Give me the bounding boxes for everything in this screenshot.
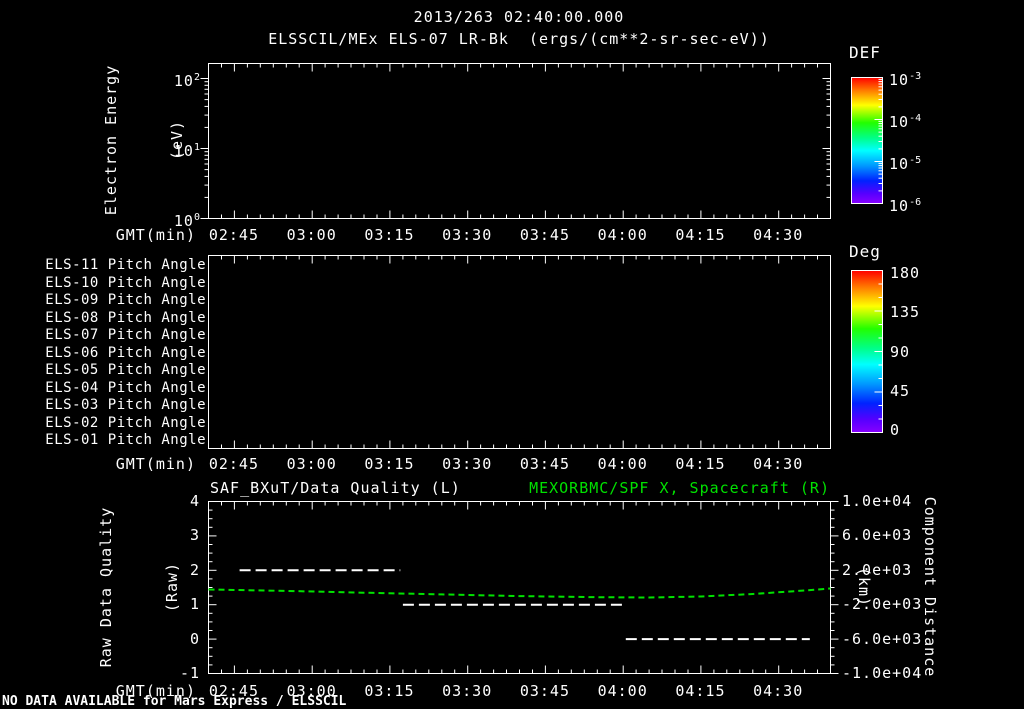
time-tick-label: 04:30 [753,682,804,700]
deg-colorbar-tick: 45 [890,382,911,400]
time-tick-label: 04:30 [753,226,804,244]
ytick-exp: 1 [193,142,200,153]
time-tick-label: 04:15 [675,226,726,244]
deg-colorbar-tick: 135 [890,303,921,321]
pitch-angle-row-labels: ELS-11 Pitch Angle ELS-10 Pitch Angle ELS-… [40,257,206,457]
panel3-left-y-axis-label: Raw Data Quality (Raw) [51,467,181,707]
pitch-angle-row-label: ELS-03 Pitch Angle [45,397,206,413]
p3-left-ytick: 4 [189,492,200,510]
time-tick-label: 03:30 [442,682,493,700]
pitch-angle-row-label: ELS-11 Pitch Angle [45,257,206,273]
def-colorbar-title: DEF [849,43,881,62]
cbtick-exp: -6 [909,197,922,208]
time-tick-label: 04:00 [597,455,648,473]
time-tick-label: 03:30 [442,455,493,473]
time-tick-label: 03:30 [442,226,493,244]
plot-canvas: 2013/263 02:40:00.000 ELSSCIL/MEx ELS-07… [0,0,1024,709]
panel3-right-y-axis-label-line1: Component Distance [921,496,939,678]
pitch-angle-row-label: ELS-01 Pitch Angle [45,432,206,448]
panel1-y-axis-label-line1: Electron Energy [102,64,120,216]
time-tick-label: 03:45 [519,455,570,473]
p3-left-ytick: 0 [189,630,200,648]
p3-left-ytick: 2 [189,561,200,579]
plot-title: ELSSCIL/MEx ELS-07 LR-Bk (ergs/(cm**2-sr… [268,30,770,48]
time-tick-label: 04:00 [597,682,648,700]
panel3-right-y-axis-label: Component Distance (km) [855,467,985,707]
pitch-angle-row-label: ELS-06 Pitch Angle [45,344,206,361]
pitch-angle-row-label: ELS-09 Pitch Angle [45,292,206,308]
time-tick-label: 04:15 [675,682,726,700]
ytick-exp: 0 [193,212,200,223]
time-tick-label: 04:30 [753,455,804,473]
time-tick-label: 03:45 [519,682,570,700]
timestamp-title: 2013/263 02:40:00.000 [413,8,625,26]
panel3-left-y-axis-label-line1: Raw Data Quality [97,506,115,668]
panel1-ytick: 101 [144,139,200,160]
def-colorbar-tick: 10-3 [889,68,921,89]
ytick-base: 10 [173,142,194,160]
deg-colorbar-tick: 180 [890,264,921,282]
def-colorbar-tick: 10-6 [889,194,921,215]
panel1-ytick: 102 [144,69,200,90]
def-colorbar-tick: 10-4 [889,110,921,131]
p3-right-ytick: 2.0e+03 [842,561,913,579]
p3-right-series-title: MEXORBMC/SPF X, Spacecraft (R) [529,479,830,497]
p3-right-ytick: -2.0e+03 [842,595,923,613]
time-tick-label: 03:45 [519,226,570,244]
deg-colorbar-tick: 0 [890,421,901,439]
time-tick-label: 04:00 [597,226,648,244]
pitch-angle-row-label: ELS-07 Pitch Angle [45,327,206,343]
pitch-angle-row-label: ELS-02 Pitch Angle [45,414,206,431]
p3-left-ytick: 1 [189,595,200,613]
time-tick-label: 02:45 [208,226,259,244]
cbtick-exp: -5 [909,155,922,166]
time-tick-label: 04:15 [675,455,726,473]
cbtick-base: 10 [889,71,910,89]
ytick-base: 10 [173,72,194,90]
ytick-exp: 2 [193,72,200,83]
pitch-angle-row-label: ELS-04 Pitch Angle [45,379,206,396]
no-data-message: NO DATA AVAILABLE for Mars Express / ELS… [2,694,347,709]
cbtick-base: 10 [889,197,910,215]
p3-left-ytick: -1 [179,664,200,682]
cbtick-exp: -4 [909,113,922,124]
cbtick-exp: -3 [909,71,922,82]
p3-right-ytick: -6.0e+03 [842,630,923,648]
pitch-angle-row-label: ELS-10 Pitch Angle [45,274,206,291]
deg-colorbar-title: Deg [849,242,881,261]
p3-right-ytick: 1.0e+04 [842,492,913,510]
cbtick-base: 10 [889,113,910,131]
pitch-angle-row-label: ELS-05 Pitch Angle [45,362,206,378]
p3-right-ytick: -1.0e+04 [842,664,923,682]
p3-left-ytick: 3 [189,526,200,544]
time-tick-label: 03:15 [364,455,415,473]
time-tick-label: 03:00 [286,455,337,473]
p3-right-ytick: 6.0e+03 [842,526,913,544]
cbtick-base: 10 [889,155,910,173]
deg-colorbar-tick: 90 [890,343,911,361]
time-tick-label: 03:00 [286,226,337,244]
pitch-angle-row-label: ELS-08 Pitch Angle [45,309,206,326]
time-tick-label: 03:15 [364,226,415,244]
time-tick-label: 03:15 [364,682,415,700]
def-colorbar-tick: 10-5 [889,152,921,173]
panel1-y-axis-label: Electron Energy (eV) [56,20,186,260]
